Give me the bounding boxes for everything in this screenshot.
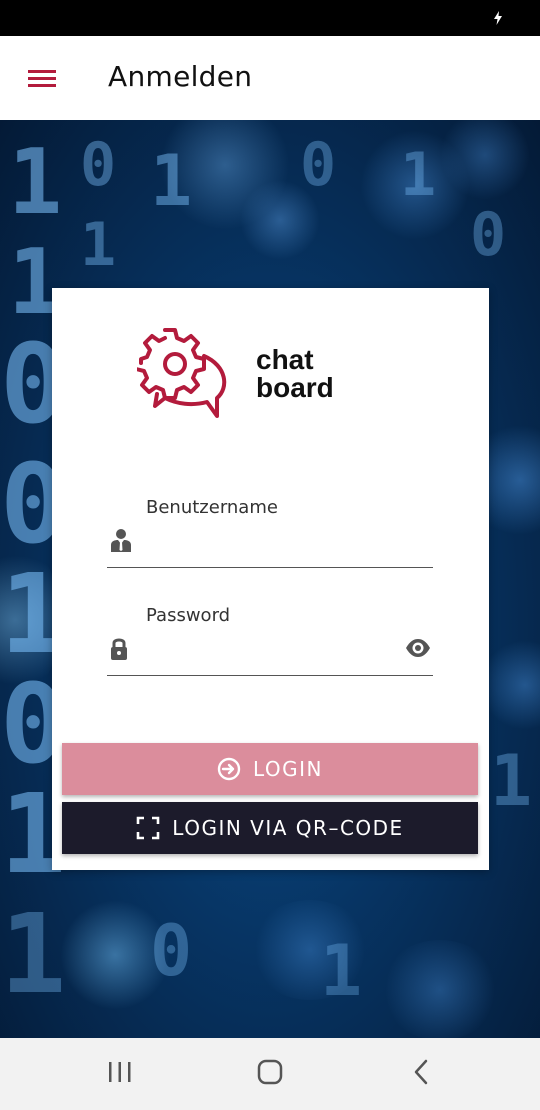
password-field[interactable] (146, 634, 400, 666)
login-icon (217, 757, 241, 781)
login-card: chat board Benutzername Password LOGIN L… (52, 288, 489, 870)
status-bar (0, 0, 540, 36)
logo-text: chat board (256, 346, 334, 402)
lock-icon (111, 638, 127, 660)
qr-login-button[interactable]: LOGIN VIA QR–CODE (62, 802, 478, 854)
recents-icon[interactable] (106, 1058, 134, 1091)
logo-text-line1: chat (256, 344, 314, 375)
logo-text-line2: board (256, 372, 334, 403)
password-label: Password (146, 605, 231, 626)
hamburger-menu-icon[interactable] (26, 66, 58, 90)
username-field[interactable] (146, 526, 400, 558)
page-title: Anmelden (108, 60, 253, 93)
qr-login-button-label: LOGIN VIA QR–CODE (172, 816, 404, 840)
home-icon[interactable] (256, 1058, 284, 1091)
bolt-icon (494, 11, 502, 25)
login-button-label: LOGIN (252, 757, 324, 781)
user-icon (111, 529, 131, 552)
app-bar: Anmelden (0, 36, 540, 120)
login-button[interactable]: LOGIN (62, 743, 478, 795)
eye-icon[interactable] (405, 638, 431, 663)
back-icon[interactable] (408, 1058, 436, 1091)
gear-chat-bubble-logo-icon (137, 328, 227, 418)
navigation-bar (0, 1038, 540, 1110)
qr-scan-icon (136, 816, 160, 840)
username-underline (107, 567, 433, 568)
username-label: Benutzername (146, 497, 278, 518)
password-underline (107, 675, 433, 676)
